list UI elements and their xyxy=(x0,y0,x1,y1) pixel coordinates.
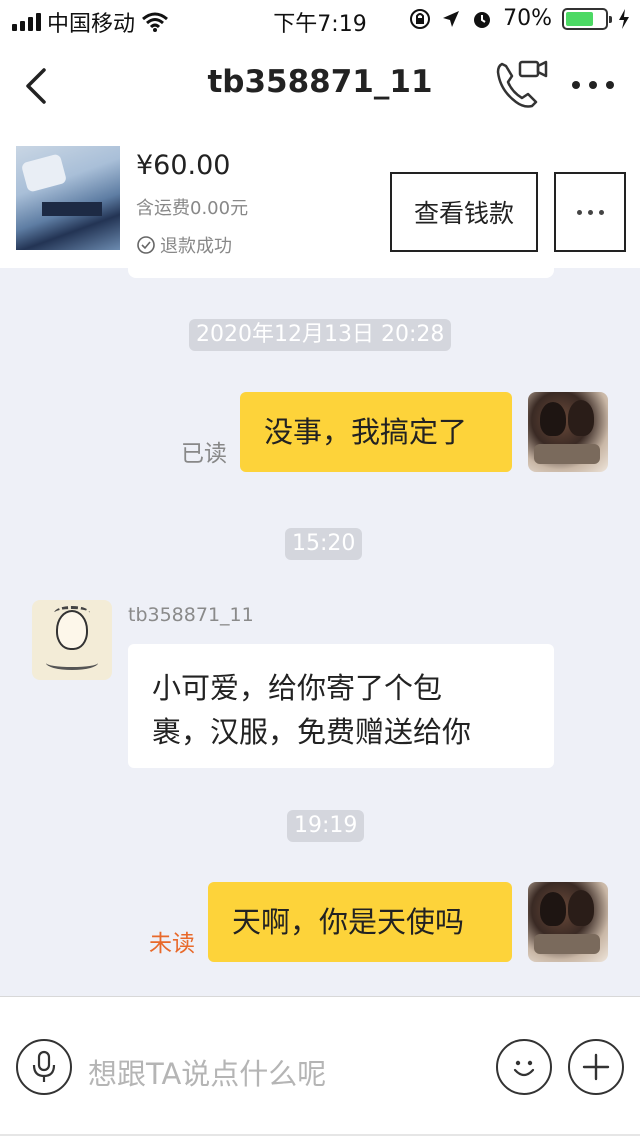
nav-bar: tb358871_11 xyxy=(0,40,640,130)
my-message-bubble[interactable]: 天啊，你是天使吗 xyxy=(208,882,512,962)
timestamp: 15:20 xyxy=(285,528,363,560)
product-thumbnail[interactable] xyxy=(16,146,120,250)
message-text-line: 裹，汉服，免费赠送给你 xyxy=(152,715,472,749)
message-text-line: 小可爱，给你寄了个包 xyxy=(152,671,443,705)
unread-status: 未读 xyxy=(149,931,195,957)
my-message-bubble[interactable]: 没事，我搞定了 xyxy=(240,392,512,472)
lock-rotation-icon xyxy=(410,8,431,29)
plus-icon xyxy=(582,1053,610,1081)
message-text: 没事，我搞定了 xyxy=(264,415,468,449)
contact-avatar[interactable] xyxy=(32,600,112,680)
alarm-icon xyxy=(474,11,491,28)
refund-status-label: 退款成功 xyxy=(160,236,232,257)
emoji-button[interactable] xyxy=(496,1039,552,1095)
timestamp: 2020年12月13日 20:28 xyxy=(189,319,452,351)
my-avatar[interactable] xyxy=(528,882,608,962)
check-circle-icon xyxy=(137,236,155,254)
microphone-icon xyxy=(32,1050,56,1082)
battery-percent: 70% xyxy=(503,6,552,31)
battery-icon xyxy=(562,7,612,30)
sender-name: tb358871_11 xyxy=(128,604,254,626)
location-icon xyxy=(443,10,460,27)
refund-status: 退款成功 xyxy=(136,232,232,258)
product-card[interactable]: ¥60.00 含运费0.00元 退款成功 查看钱款 xyxy=(0,130,640,268)
status-right: 70% xyxy=(409,6,630,31)
product-shipping: 含运费0.00元 xyxy=(136,198,249,219)
status-bar: 中国移动 下午7:19 70% xyxy=(0,0,640,40)
product-price: ¥60.00 xyxy=(136,150,231,181)
message-text: 天啊，你是天使吗 xyxy=(232,905,465,939)
plus-button[interactable] xyxy=(568,1039,624,1095)
battery-fill xyxy=(566,11,593,26)
input-bar: 想跟TA说点什么呢 xyxy=(0,996,640,1136)
video-call-icon[interactable] xyxy=(494,58,548,110)
timestamp: 19:19 xyxy=(287,810,365,842)
my-avatar[interactable] xyxy=(528,392,608,472)
message-input[interactable]: 想跟TA说点什么呢 xyxy=(88,1051,326,1093)
product-more-button[interactable] xyxy=(554,172,626,252)
more-icon[interactable] xyxy=(568,70,618,100)
previous-message-card xyxy=(128,266,554,278)
read-status: 已读 xyxy=(181,441,227,467)
charging-icon xyxy=(619,8,629,29)
voice-button[interactable] xyxy=(16,1039,72,1095)
contact-message-bubble[interactable]: 小可爱，给你寄了个包 裹，汉服，免费赠送给你 xyxy=(128,644,554,768)
view-payment-button[interactable]: 查看钱款 xyxy=(390,172,538,252)
emoji-icon xyxy=(513,1060,535,1077)
